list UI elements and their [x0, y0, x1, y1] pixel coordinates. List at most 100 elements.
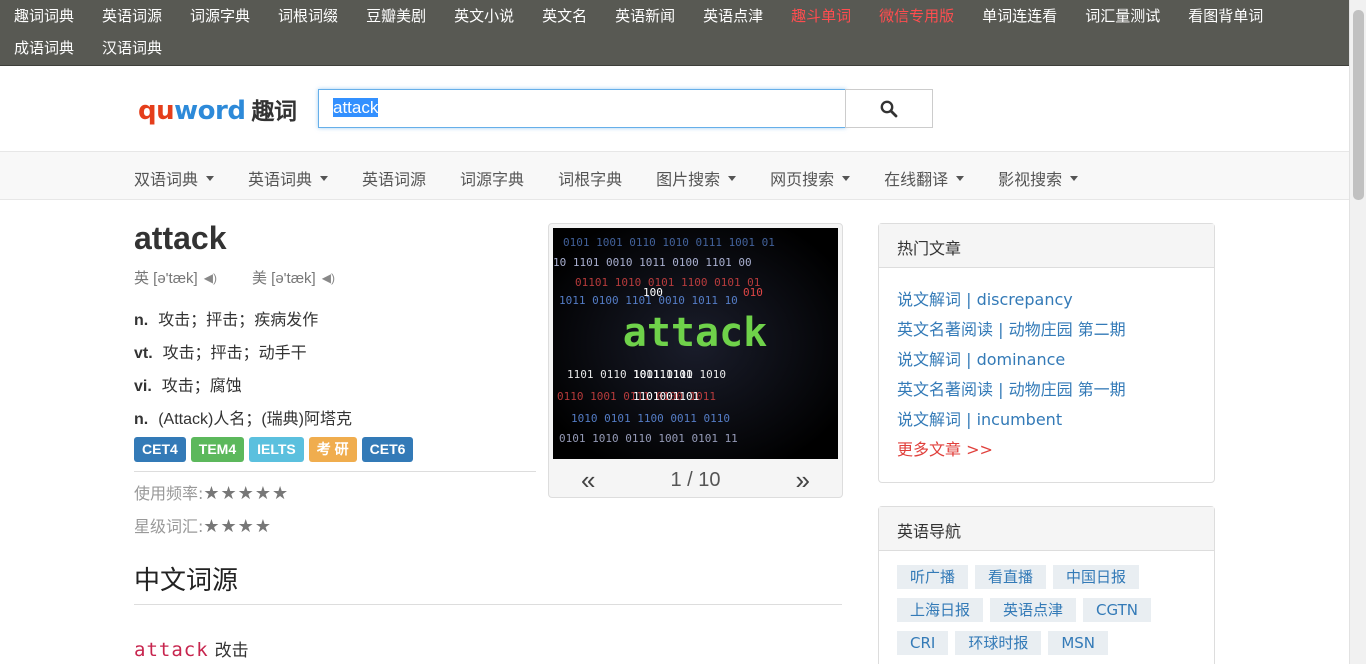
english-nav-link[interactable]: 看直播	[975, 565, 1047, 589]
star-level: 星级词汇:★★★★	[134, 513, 272, 537]
top-links-row-2: 成语词典 汉语词典	[14, 39, 190, 57]
top-link[interactable]: 英文名	[542, 7, 587, 25]
english-nav-link[interactable]: 上海日报	[897, 598, 984, 622]
nav-item-label: 影视搜索	[998, 170, 1063, 189]
search-input[interactable]: attack	[318, 89, 846, 128]
top-link[interactable]: 单词连连看	[982, 7, 1057, 25]
svg-text:010: 010	[743, 286, 763, 299]
article-link[interactable]: 说文解词 | dominance	[897, 348, 1196, 378]
top-link[interactable]: 英文小说	[454, 7, 514, 25]
definition: vi. 攻击；腐蚀	[134, 372, 242, 396]
logo-word: word	[174, 96, 246, 126]
svg-text:1101001101: 1101001101	[633, 390, 699, 403]
usage-frequency: 使用频率:★★★★★	[134, 480, 289, 504]
english-nav-link[interactable]: CGTN	[1083, 598, 1151, 622]
us-phonetic: 美 [ə'tæk]	[252, 270, 316, 287]
page-scrollbar[interactable]	[1349, 0, 1366, 664]
nav-item[interactable]: 英语词源	[362, 166, 426, 190]
nav-item[interactable]: 网页搜索	[770, 166, 851, 190]
svg-text:101111101: 101111101	[633, 368, 693, 381]
nav-item[interactable]: 词根字典	[558, 166, 622, 190]
exam-tag[interactable]: 考 研	[308, 437, 357, 462]
caret-down-icon	[206, 175, 215, 181]
english-nav-link[interactable]: MSN	[1048, 631, 1109, 655]
etymology-entry: attack 改击	[134, 636, 249, 661]
svg-text:0101 1001 0110 1010 0111 1001: 0101 1001 0110 1010 0111 1001 01	[563, 236, 775, 249]
english-nav-link[interactable]: 英语点津	[990, 598, 1077, 622]
top-link[interactable]: 词汇量测试	[1085, 7, 1160, 25]
search-icon	[880, 100, 898, 117]
svg-text:0101 1010 0110 1001 0101 11: 0101 1010 0110 1001 0101 11	[559, 432, 738, 445]
uk-pronunciation: 英 [ə'tæk] ◀)	[134, 267, 217, 288]
top-link[interactable]: 看图背单词	[1188, 7, 1263, 25]
top-link[interactable]: 趣斗单词	[791, 7, 851, 25]
nav-item[interactable]: 图片搜索	[656, 166, 737, 190]
nav-item-label: 词源字典	[460, 170, 525, 189]
svg-text:10 1101 0010 1011 0100 1101 00: 10 1101 0010 1011 0100 1101 00	[553, 256, 752, 269]
top-link[interactable]: 汉语词典	[102, 39, 162, 57]
next-image-button[interactable]: »	[796, 465, 810, 496]
hot-articles-list: 说文解词 | discrepancy 英文名著阅读 | 动物庄园 第二期 说文解…	[879, 268, 1214, 468]
top-links-row-1: 趣词词典 英语词源 词源字典 词根词缀 豆瓣美剧 英文小说 英文名 英语新闻 英语点津 趣斗单词 微…	[14, 7, 1291, 25]
quword-logo[interactable]: quword 趣词	[138, 92, 297, 126]
english-nav-link[interactable]: 环球时报	[955, 631, 1042, 655]
speaker-icon[interactable]: ◀)	[204, 271, 217, 285]
top-link[interactable]: 成语词典	[14, 39, 74, 57]
top-link[interactable]: 豆瓣美剧	[366, 7, 426, 25]
exam-tag[interactable]: CET4	[134, 437, 186, 462]
english-nav-link[interactable]: 中国日报	[1053, 565, 1140, 589]
definition-text: 攻击；抨击；动手干	[162, 345, 307, 362]
nav-item[interactable]: 在线翻译	[884, 166, 965, 190]
caret-down-icon	[320, 175, 329, 181]
word-image[interactable]: 0101 1001 0110 1010 0111 1001 01 10 1101…	[553, 228, 838, 459]
definition-text: (Attack)人名；(瑞典)阿塔克	[158, 411, 352, 428]
more-articles-link[interactable]: 更多文章 >>	[897, 438, 1196, 468]
nav-item-label: 英语词源	[362, 170, 427, 189]
logo-qu: qu	[138, 96, 175, 126]
top-link[interactable]: 词根词缀	[278, 7, 338, 25]
image-pager: « 1 / 10 »	[549, 464, 842, 497]
top-link[interactable]: 词源字典	[190, 7, 250, 25]
search-button[interactable]	[845, 89, 933, 128]
divider	[134, 471, 536, 472]
nav-item[interactable]: 英语词典	[248, 166, 329, 190]
article-link[interactable]: 英文名著阅读 | 动物庄园 第一期	[897, 378, 1196, 408]
definition-pos: vi.	[134, 378, 152, 395]
exam-tag[interactable]: CET6	[361, 437, 414, 462]
top-link[interactable]: 趣词词典	[14, 7, 74, 25]
article-link[interactable]: 说文解词 | discrepancy	[897, 288, 1196, 318]
nav-item[interactable]: 双语词典	[134, 166, 215, 190]
article-link[interactable]: 说文解词 | incumbent	[897, 408, 1196, 438]
hot-articles-title: 热门文章	[879, 224, 1214, 268]
etymology-word: attack	[134, 639, 209, 661]
english-nav-link[interactable]: CRI	[897, 631, 949, 655]
article-link[interactable]: 英文名著阅读 | 动物庄园 第二期	[897, 318, 1196, 348]
caret-down-icon	[956, 175, 965, 181]
us-pronunciation: 美 [ə'tæk] ◀)	[252, 267, 335, 288]
etymology-gloss: 改击	[214, 641, 249, 661]
headword: attack	[134, 220, 227, 256]
top-link-bar: 趣词词典 英语词源 词源字典 词根词缀 豆瓣美剧 英文小说 英文名 英语新闻 英语点津 趣斗单词 微…	[0, 0, 1366, 66]
exam-tag[interactable]: TEM4	[190, 437, 245, 462]
svg-text:100: 100	[643, 286, 663, 299]
nav-item[interactable]: 影视搜索	[998, 166, 1079, 190]
hot-articles-panel: 热门文章 说文解词 | discrepancy 英文名著阅读 | 动物庄园 第二…	[878, 223, 1215, 483]
top-link[interactable]: 英语新闻	[615, 7, 675, 25]
nav-item[interactable]: 词源字典	[460, 166, 524, 190]
speaker-icon[interactable]: ◀)	[322, 271, 335, 285]
nav-item-label: 图片搜索	[656, 170, 721, 189]
english-nav-link[interactable]: 听广播	[897, 565, 969, 589]
top-link[interactable]: 微信专用版	[879, 7, 954, 25]
usage-frequency-label: 使用频率:	[134, 484, 204, 503]
logo-cn: 趣词	[251, 99, 297, 125]
top-link[interactable]: 英语词源	[102, 7, 162, 25]
exam-tag[interactable]: IELTS	[249, 437, 304, 462]
top-link[interactable]: 英语点津	[703, 7, 763, 25]
scrollbar-thumb[interactable]	[1353, 10, 1364, 200]
star-level-label: 星级词汇:	[134, 517, 204, 536]
image-page-indicator: 1 / 10	[670, 469, 721, 491]
english-nav-links: 听广播 看直播 中国日报上海日报 英语点津 CGTN CRI 环球时报 MSN	[879, 551, 1214, 664]
image-carousel: 0101 1001 0110 1010 0111 1001 01 10 1101…	[548, 223, 843, 498]
nav-item-label: 网页搜索	[770, 170, 835, 189]
prev-image-button[interactable]: «	[581, 465, 595, 496]
